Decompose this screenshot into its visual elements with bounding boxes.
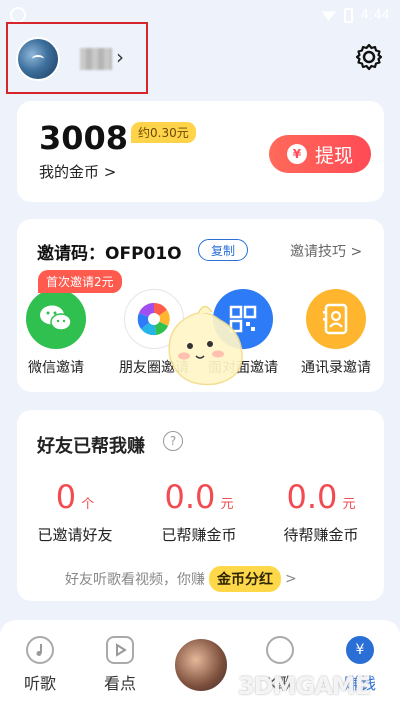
yen-icon: ¥ (286, 144, 307, 164)
status-icons: 4:44 (321, 7, 390, 23)
wechat-icon (26, 289, 86, 349)
status-time: 4:44 (360, 7, 390, 23)
invite-tips-link[interactable]: 邀请技巧 > (290, 241, 362, 261)
share-contacts[interactable]: 通讯录邀请 (291, 289, 381, 377)
tab-label: 看点 (103, 674, 136, 693)
username-blurred[interactable] (80, 48, 112, 70)
tab-listen[interactable]: 听歌 (0, 620, 80, 711)
coin-card: 3008 约0.30元 我的金币 > ¥ 提现 (17, 101, 384, 202)
user-avatar[interactable] (16, 37, 60, 81)
notification-icon (10, 7, 26, 23)
tab-watch[interactable]: 看点 (80, 620, 160, 711)
stat-pending-coins: 0.0 元 待帮赚金币 (261, 478, 381, 545)
chevron-right-icon[interactable]: › (116, 45, 124, 69)
watermark-logo: 3DMGAME (238, 672, 371, 700)
stat-unit: 元 (342, 497, 356, 512)
coin-value-badge: 约0.30元 (131, 122, 196, 143)
stat-value: 0 (55, 478, 77, 516)
stat-value: 0.0 (164, 478, 216, 516)
stat-unit: 个 (81, 497, 95, 512)
withdraw-label: 提现 (314, 144, 353, 167)
share-contacts-label: 通讯录邀请 (301, 360, 371, 376)
stat-label: 已帮赚金币 (161, 526, 237, 544)
invite-code: 邀请码：OFP01O (37, 244, 182, 264)
microphone-icon (266, 636, 294, 664)
stat-unit: 元 (220, 497, 234, 512)
share-wechat-label: 微信邀请 (28, 360, 84, 376)
contacts-icon (306, 289, 366, 349)
coin-bonus-text: 好友听歌看视频，你赚 (65, 572, 205, 588)
chevron-right-icon: > (285, 571, 297, 587)
tab-label: 听歌 (23, 674, 56, 693)
my-coins-link[interactable]: 我的金币 > (39, 161, 116, 182)
stat-earned-coins: 0.0 元 已帮赚金币 (139, 478, 259, 545)
friends-earnings-card: 好友已帮我赚 ? 0 个 已邀请好友 0.0 元 已帮赚金币 0.0 元 待帮赚… (17, 410, 384, 601)
wifi-icon (321, 11, 336, 21)
withdraw-button[interactable]: ¥ 提现 (269, 135, 371, 173)
stat-label: 已邀请好友 (37, 526, 113, 544)
coin-bonus-tag[interactable]: 金币分红 (209, 566, 281, 592)
now-playing-disc[interactable] (172, 636, 230, 694)
mascot-icon (168, 305, 243, 386)
play-icon (106, 636, 134, 664)
music-note-icon (26, 636, 54, 664)
coin-count: 3008 (39, 119, 129, 157)
battery-icon (343, 7, 353, 23)
stat-invited-friends: 0 个 已邀请好友 (15, 478, 135, 545)
gear-icon[interactable] (354, 42, 384, 72)
coin-bonus-row[interactable]: 好友听歌看视频，你赚 金币分红 > (65, 566, 297, 592)
help-icon[interactable]: ? (163, 431, 183, 451)
stat-label: 待帮赚金币 (283, 526, 359, 544)
first-invite-badge: 首次邀请2元 (38, 270, 122, 293)
stat-value: 0.0 (286, 478, 338, 516)
yen-icon: ¥ (346, 636, 374, 664)
share-wechat[interactable]: 微信邀请 (11, 289, 101, 377)
friends-earnings-title: 好友已帮我赚 (37, 436, 145, 457)
copy-button[interactable]: 复制 (198, 239, 248, 261)
